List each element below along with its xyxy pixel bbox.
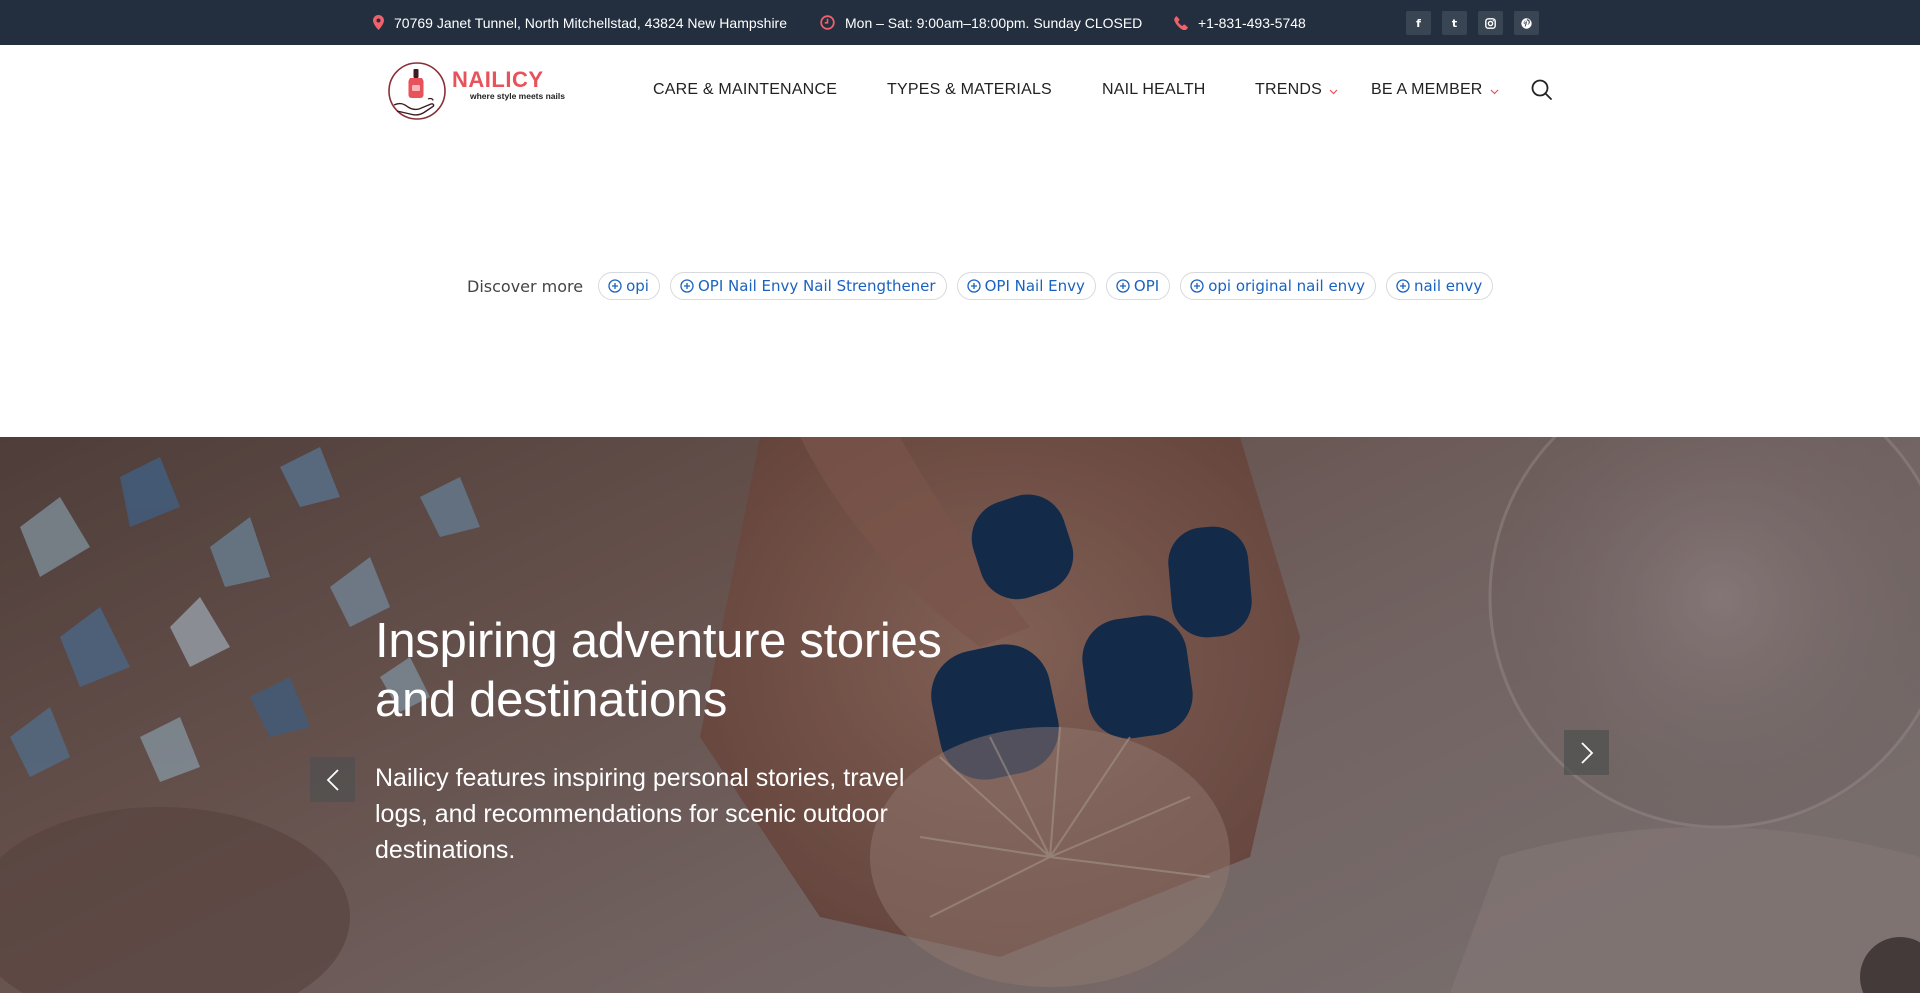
nav-label: TYPES & MATERIALS <box>887 81 1052 98</box>
discover-more-label: Discover more <box>467 276 584 296</box>
chevron-left-icon <box>326 768 339 791</box>
plus-circle-icon <box>966 279 981 293</box>
chip-label: opi original nail envy <box>1208 277 1365 295</box>
chevron-down-icon <box>1490 89 1499 94</box>
plus-circle-icon <box>608 279 622 293</box>
discover-chip[interactable]: OPI Nail Envy <box>956 272 1096 300</box>
pinterest-glyph <box>1521 17 1532 29</box>
hours-info: Mon – Sat: 9:00am–18:00pm. Sunday CLOSED <box>820 0 1142 45</box>
discover-chip[interactable]: opi original nail envy <box>1180 272 1376 300</box>
chevron-down-icon <box>1329 89 1338 94</box>
clock-icon <box>820 15 835 30</box>
plus-circle-icon <box>680 279 694 293</box>
phone-info: +1-831-493-5748 <box>1174 0 1306 45</box>
phone-text: +1-831-493-5748 <box>1198 14 1306 31</box>
site-logo[interactable]: NAILICY where style meets nails <box>388 61 578 121</box>
facebook-icon[interactable]: f <box>1406 11 1431 35</box>
nav-label: NAIL HEALTH <box>1102 81 1206 98</box>
chip-label: opi <box>626 277 649 295</box>
nav-label: CARE & MAINTENANCE <box>653 81 838 98</box>
chip-label: OPI Nail Envy <box>984 277 1085 295</box>
hours-text: Mon – Sat: 9:00am–18:00pm. Sunday CLOSED <box>845 14 1143 31</box>
slider-next-button[interactable] <box>1564 730 1609 775</box>
logo-name: NAILICY <box>452 67 544 92</box>
address-info: 70769 Janet Tunnel, North Mitchellstad, … <box>373 0 787 45</box>
slider-prev-button[interactable] <box>310 757 355 802</box>
plus-circle-icon <box>1190 279 1204 293</box>
nav-nail-health[interactable]: NAIL HEALTH <box>1102 81 1206 99</box>
discover-more-bar: Discover more opi OPI Nail Envy Nail Str… <box>467 272 1503 300</box>
nav-label: TRENDS <box>1255 81 1322 98</box>
twitter-icon[interactable]: t <box>1442 11 1467 35</box>
site-header: NAILICY where style meets nails CARE & M… <box>0 45 1920 137</box>
plus-circle-icon <box>1396 279 1410 293</box>
nav-be-a-member[interactable]: BE A MEMBER <box>1371 81 1499 99</box>
chip-label: nail envy <box>1413 277 1483 295</box>
address-text: 70769 Janet Tunnel, North Mitchellstad, … <box>394 14 787 31</box>
nav-trends[interactable]: TRENDS <box>1255 81 1338 99</box>
search-button[interactable] <box>1530 78 1554 102</box>
logo-text: NAILICY where style meets nails <box>452 67 565 101</box>
chip-label: OPI <box>1133 277 1160 295</box>
phone-icon <box>1174 15 1188 30</box>
logo-tagline: where style meets nails <box>470 91 565 101</box>
plus-circle-icon <box>1116 279 1130 293</box>
hero-slider: Inspiring adventure stories and destinat… <box>0 437 1920 993</box>
pinterest-icon[interactable] <box>1514 11 1539 35</box>
nav-care-maintenance[interactable]: CARE & MAINTENANCE <box>653 81 837 99</box>
hero-title: Inspiring adventure stories and destinat… <box>375 614 942 727</box>
chevron-right-icon <box>1580 741 1593 764</box>
hero-description: Nailicy features inspiring personal stor… <box>375 764 905 864</box>
discover-chip[interactable]: OPI Nail Envy Nail Strengthener <box>669 272 947 300</box>
search-icon <box>1531 79 1552 100</box>
discover-chip[interactable]: nail envy <box>1385 272 1494 300</box>
instagram-glyph <box>1485 17 1496 29</box>
map-pin-icon <box>373 15 384 30</box>
discover-chip[interactable]: opi <box>598 272 660 300</box>
instagram-icon[interactable] <box>1478 11 1503 35</box>
nav-label: BE A MEMBER <box>1371 81 1483 98</box>
nav-types-materials[interactable]: TYPES & MATERIALS <box>887 81 1052 99</box>
logo-emblem <box>388 62 446 120</box>
top-info-bar: 70769 Janet Tunnel, North Mitchellstad, … <box>0 0 1920 45</box>
chip-label: OPI Nail Envy Nail Strengthener <box>697 277 936 295</box>
discover-chip[interactable]: OPI <box>1105 272 1171 300</box>
